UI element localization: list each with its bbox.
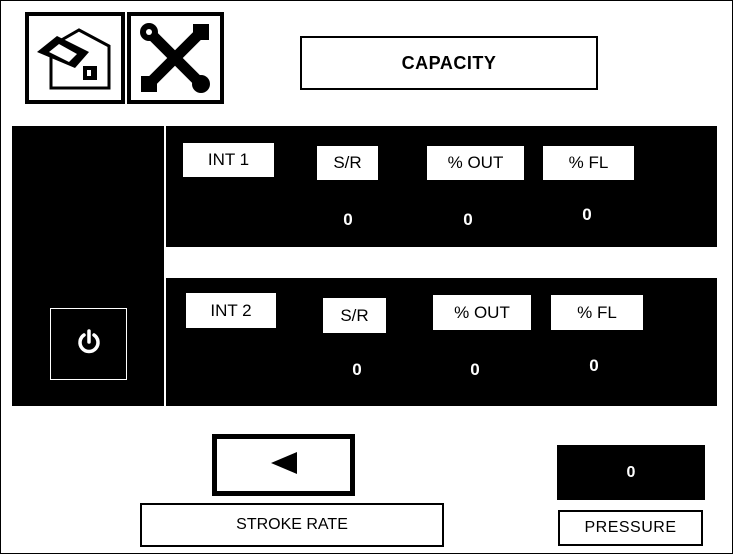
channel-2-fl-value: 0 xyxy=(589,356,599,375)
page-title: CAPACITY xyxy=(300,36,598,90)
pressure-label: PRESSURE xyxy=(558,510,703,546)
stroke-rate-decrease-button[interactable] xyxy=(212,434,355,496)
channel-2-name: INT 2 xyxy=(186,293,276,328)
channel-1-name: INT 1 xyxy=(183,143,274,177)
channel-1-out-value: 0 xyxy=(463,210,473,229)
home-icon xyxy=(29,16,121,100)
channel-2-sr-value: 0 xyxy=(352,360,362,379)
channel-1-sr-label: S/R xyxy=(317,146,378,180)
arrow-left-icon xyxy=(269,451,299,480)
tools-icon xyxy=(131,16,220,100)
stroke-rate-label: STROKE RATE xyxy=(140,503,444,547)
channel-2-sr-label: S/R xyxy=(323,298,386,333)
power-icon xyxy=(77,328,101,360)
channel-2-out-label: % OUT xyxy=(433,295,531,330)
channel-2-out-value: 0 xyxy=(470,360,480,379)
tools-button[interactable] xyxy=(127,12,224,104)
channel-1-fl-label: % FL xyxy=(543,146,634,180)
pressure-value: 0 xyxy=(557,445,705,500)
channel-2-fl-label: % FL xyxy=(551,295,643,330)
power-button[interactable] xyxy=(50,308,127,380)
channel-1-fl-value: 0 xyxy=(582,205,592,224)
home-button[interactable] xyxy=(25,12,125,104)
channel-1-out-label: % OUT xyxy=(427,146,524,180)
channel-1-sr-value: 0 xyxy=(343,210,353,229)
